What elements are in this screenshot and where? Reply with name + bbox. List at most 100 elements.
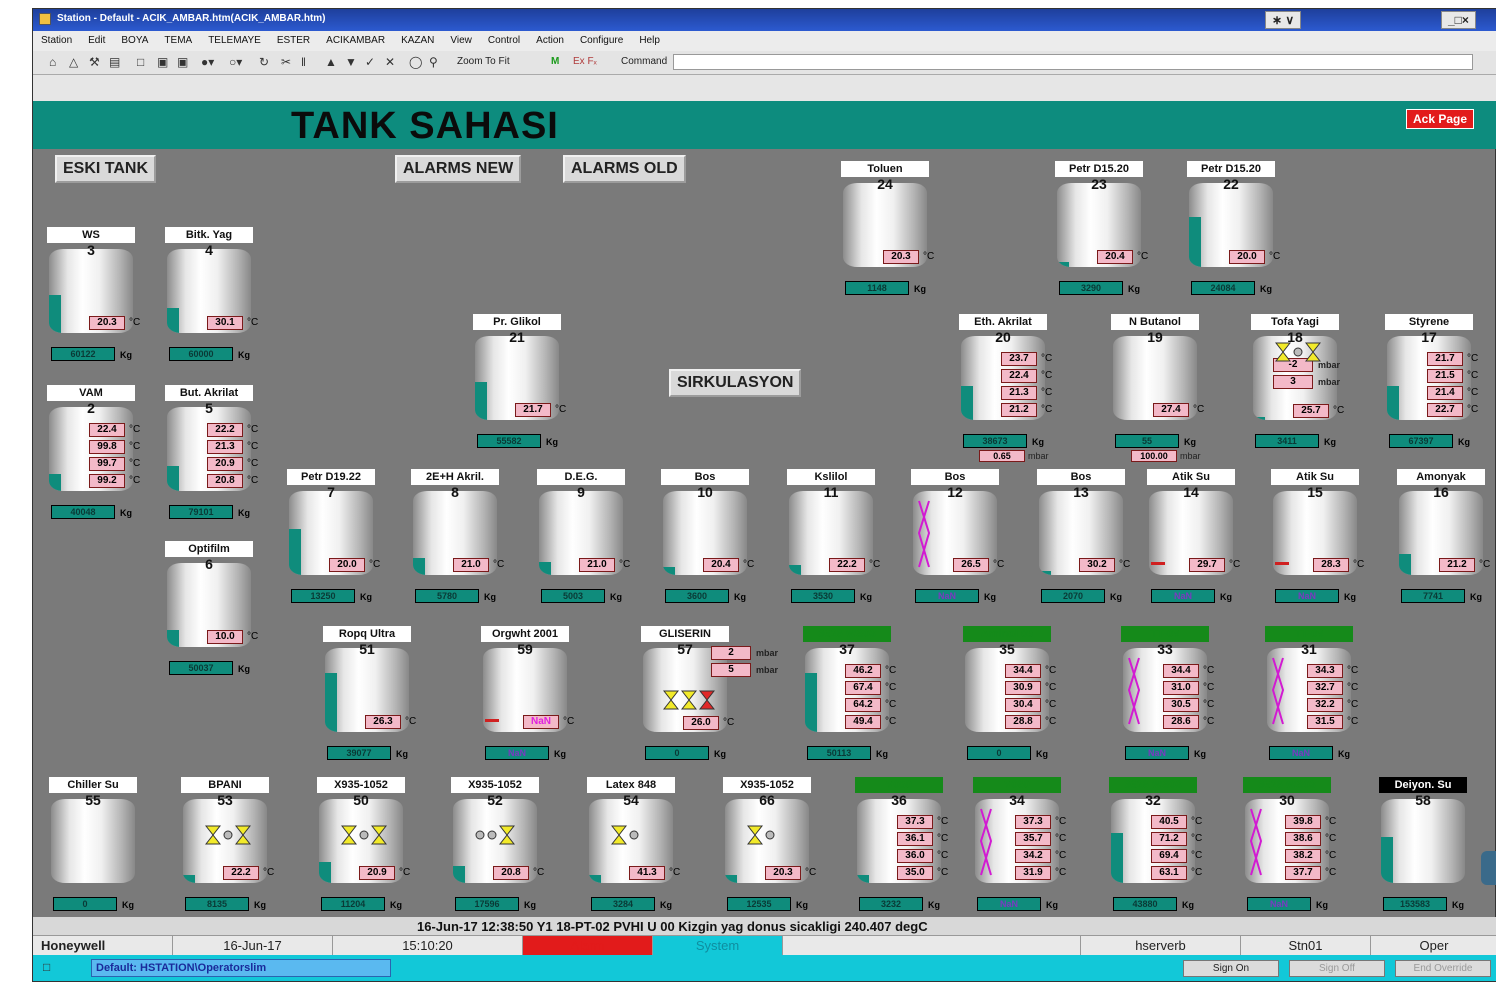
temperature-value[interactable]: 28.6 °C: [1163, 715, 1214, 729]
tank-14[interactable]: Atik Su 14 29.7 °C NaN Kg: [1147, 469, 1247, 609]
tank-label[interactable]: X935-1052: [317, 777, 405, 793]
weight-value[interactable]: 3411 Kg: [1255, 434, 1336, 448]
temperature-value[interactable]: 22.7 °C: [1427, 403, 1478, 417]
temperature-value[interactable]: 38.2 °C: [1285, 849, 1336, 863]
tank-label[interactable]: Aminol 05: [963, 626, 1051, 642]
weight-value[interactable]: NaN Kg: [1275, 589, 1356, 603]
search-icon[interactable]: ⚲: [429, 55, 438, 69]
menu-item-ester[interactable]: ESTER: [269, 31, 318, 46]
weight-value[interactable]: 5780 Kg: [415, 589, 496, 603]
temperature-value[interactable]: 26.0 °C: [683, 716, 734, 730]
temperature-value[interactable]: 20.0 °C: [1229, 250, 1280, 264]
pump-icon[interactable]: [629, 825, 639, 845]
menu-item-acikambar[interactable]: ACIKAMBAR: [318, 31, 393, 46]
ack-page-button[interactable]: Ack Page: [1406, 109, 1475, 129]
temperature-value[interactable]: 20.3 °C: [765, 866, 816, 880]
temperature-value[interactable]: 64.2 °C: [845, 698, 896, 712]
sign-on-button[interactable]: Sign On: [1183, 960, 1279, 977]
raise-icon[interactable]: ▲: [325, 55, 337, 69]
valve-icon[interactable]: [340, 825, 358, 845]
weight-value[interactable]: 3530 Kg: [791, 589, 872, 603]
temperature-value[interactable]: 22.2 °C: [207, 423, 258, 437]
weight-value[interactable]: 3232 Kg: [859, 897, 940, 911]
tank-label[interactable]: VAM: [47, 385, 135, 401]
menu-item-tema[interactable]: TEMA: [156, 31, 200, 46]
tank-label[interactable]: 3626 WS03: [1109, 777, 1197, 793]
tank-53[interactable]: BPANI 53 22.2 °C 8135 Kg: [181, 777, 281, 917]
tank-17[interactable]: Styrene 17 21.7 °C 21.5 °C 21.4 °C 22.7 °C 67397 Kg: [1385, 314, 1485, 454]
temperature-value[interactable]: 38.6 °C: [1285, 832, 1336, 846]
weight-value[interactable]: NaN Kg: [915, 589, 996, 603]
temperature-value[interactable]: 99.8 °C: [89, 440, 140, 454]
weight-value[interactable]: 79101 Kg: [169, 505, 250, 519]
valve-icon[interactable]: [680, 690, 698, 710]
temperature-value[interactable]: 34.3 °C: [1307, 664, 1358, 678]
tank-20[interactable]: Eth. Akrilat 20 23.7 °C 22.4 °C 21.3 °C 21.2 °C 38…: [959, 314, 1059, 462]
tank-5[interactable]: But. Akrilat 5 22.2 °C 21.3 °C 20.9 °C 20.8 °C 791…: [165, 385, 265, 525]
weight-value[interactable]: NaN Kg: [977, 897, 1058, 911]
menu-item-action[interactable]: Action: [528, 31, 572, 46]
weight-value[interactable]: NaN Kg: [485, 746, 566, 760]
pressure-value[interactable]: 5 mbar: [711, 663, 778, 677]
weight-value[interactable]: 3600 Kg: [665, 589, 746, 603]
window-controls[interactable]: _□×: [1441, 11, 1476, 29]
tank-36[interactable]: V050 36 37.3 °C 36.1 °C 36.0 °C 35.0 °C 3232 Kg: [855, 777, 955, 917]
tank-label[interactable]: Amonyak: [1397, 469, 1485, 485]
temperature-value[interactable]: 46.2 °C: [845, 664, 896, 678]
weight-value[interactable]: 24084 Kg: [1191, 281, 1272, 295]
temperature-value[interactable]: 26.3 °C: [365, 715, 416, 729]
pump-icon[interactable]: [765, 825, 775, 845]
temperature-value[interactable]: 34.4 °C: [1163, 664, 1214, 678]
temperature-value[interactable]: 20.9 °C: [359, 866, 410, 880]
system-indicator[interactable]: System: [653, 936, 783, 956]
tank-16[interactable]: Amonyak 16 21.2 °C 7741 Kg: [1397, 469, 1496, 609]
menu-item-telemaye[interactable]: TELEMAYE: [200, 31, 269, 46]
valve-icon[interactable]: [370, 825, 388, 845]
tank-18[interactable]: Tofa Yagi 18 -2 mbar 3 mbar 25.7 °C 3411 Kg: [1251, 314, 1351, 454]
weight-value[interactable]: 55582 Kg: [477, 434, 558, 448]
pump-icon[interactable]: [359, 825, 369, 845]
temperature-value[interactable]: 30.1 °C: [207, 316, 258, 330]
temperature-value[interactable]: 20.8 °C: [207, 474, 258, 488]
weight-value[interactable]: 50113 Kg: [807, 746, 888, 760]
tank-label[interactable]: X935-1052: [451, 777, 539, 793]
alarm-icon[interactable]: △: [69, 55, 78, 69]
sign-off-button[interactable]: Sign Off: [1289, 960, 1385, 977]
temperature-value[interactable]: 35.0 °C: [897, 866, 948, 880]
temperature-value[interactable]: 20.3 °C: [883, 250, 934, 264]
tank-label[interactable]: Bos: [661, 469, 749, 485]
tank-label[interactable]: WS: [47, 227, 135, 243]
weight-value[interactable]: 60122 Kg: [51, 347, 132, 361]
temperature-value[interactable]: 20.0 °C: [329, 558, 380, 572]
alarms-old-button[interactable]: ALARMS OLD: [563, 155, 686, 183]
tank-label[interactable]: Chiller Su: [49, 777, 137, 793]
detail-icon[interactable]: ▣: [177, 55, 188, 69]
tank-label[interactable]: TT-08: [1265, 626, 1353, 642]
temperature-value[interactable]: 23.7 °C: [1001, 352, 1052, 366]
weight-value[interactable]: 13250 Kg: [291, 589, 372, 603]
menu-item-control[interactable]: Control: [480, 31, 528, 46]
tank-51[interactable]: Ropq Ultra 51 26.3 °C 39077 Kg: [323, 626, 423, 766]
valve-icon[interactable]: [498, 825, 516, 845]
weight-value[interactable]: 0 Kg: [53, 897, 134, 911]
weight-value[interactable]: 153583 Kg: [1383, 897, 1464, 911]
temperature-value[interactable]: 29.7 °C: [1189, 558, 1240, 572]
lower-icon[interactable]: ▼: [345, 55, 357, 69]
weight-value[interactable]: NaN Kg: [1151, 589, 1232, 603]
temperature-value[interactable]: 34.2 °C: [1015, 849, 1066, 863]
tank-66[interactable]: X935-1052 66 20.3 °C 12535 Kg: [723, 777, 823, 917]
tank-10[interactable]: Bos 10 20.4 °C 3600 Kg: [661, 469, 761, 609]
menu-item-help[interactable]: Help: [631, 31, 668, 46]
temperature-value[interactable]: 34.4 °C: [1005, 664, 1056, 678]
weight-value[interactable]: NaN Kg: [1247, 897, 1328, 911]
print-icon[interactable]: ▤: [109, 55, 120, 69]
tank-6[interactable]: Optifilm 6 10.0 °C 50037 Kg: [165, 541, 265, 681]
temperature-value[interactable]: 22.2 °C: [829, 558, 880, 572]
valve-icon[interactable]: [1274, 342, 1292, 362]
tank-label[interactable]: Petr D19.22: [287, 469, 375, 485]
notify-icon[interactable]: □: [43, 960, 50, 974]
tank-8[interactable]: 2E+H Akril. 8 21.0 °C 5780 Kg: [411, 469, 511, 609]
menu-item-edit[interactable]: Edit: [80, 31, 113, 46]
m-button[interactable]: M: [551, 56, 559, 67]
tank-55[interactable]: Chiller Su 55 0 Kg: [49, 777, 149, 917]
